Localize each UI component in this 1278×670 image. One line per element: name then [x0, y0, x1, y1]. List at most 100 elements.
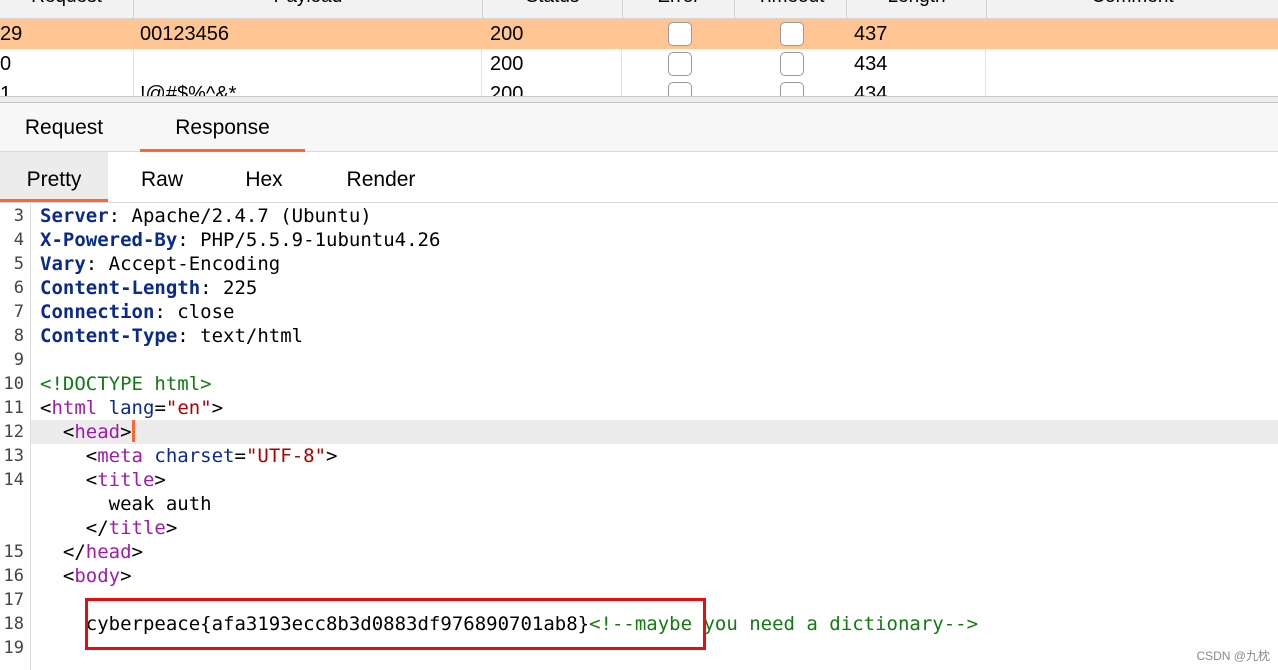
code-line-head-close: </head> [40, 541, 143, 563]
code-line-header: Content-Length: 225 [40, 277, 258, 299]
column-header-comment[interactable]: Comment [987, 0, 1278, 18]
cell-length: 437 [854, 23, 888, 45]
line-number: 18 [3, 614, 24, 634]
code-line-title-text: weak auth [40, 492, 212, 516]
tab-raw[interactable]: Raw [108, 152, 216, 200]
table-header: Request Payload Status Error Timeout Len… [0, 0, 1278, 19]
header-name: Server [40, 205, 109, 227]
timeout-checkbox[interactable] [780, 22, 804, 46]
line-number: 19 [3, 638, 24, 658]
cell-request: 29 [0, 23, 23, 45]
title-close-tag: title [108, 517, 166, 539]
head-close-tag: head [85, 541, 132, 563]
header-name: Vary [40, 253, 86, 275]
line-number: 13 [3, 446, 24, 466]
cell-payload [134, 49, 482, 79]
cell-comment [994, 49, 1274, 79]
watermark: CSDN @九枕 [1196, 649, 1270, 663]
header-value: close [165, 301, 235, 323]
header-value: Accept-Encoding [97, 253, 281, 275]
error-checkbox[interactable] [668, 52, 692, 76]
header-name: X-Powered-By [40, 229, 178, 251]
cell-request: 0 [0, 49, 134, 79]
code-line-title-close: </title> [40, 517, 178, 539]
charset-value: "UTF-8" [245, 445, 327, 467]
cell-request-text: 0 [0, 53, 12, 75]
table-row[interactable]: 1 !@#$%^&* 200 434 [0, 79, 1278, 97]
cell-length: 434 [847, 49, 986, 79]
line-number: 17 [3, 590, 24, 610]
cell-comment [994, 19, 1274, 49]
header-name: Connection [40, 301, 155, 323]
tab-request[interactable]: Request [0, 103, 128, 151]
error-checkbox[interactable] [668, 22, 692, 46]
column-header-timeout[interactable]: Timeout [735, 0, 847, 18]
title-tag: title [97, 469, 155, 491]
line-number: 6 [13, 278, 24, 298]
line-number: 15 [3, 542, 24, 562]
column-header-payload[interactable]: Payload [134, 0, 483, 18]
split-pane-divider[interactable] [0, 96, 1278, 103]
column-header-request[interactable]: Request [0, 0, 134, 18]
code-line-title-open: <title> [40, 469, 166, 491]
current-line-highlight [31, 420, 1278, 444]
cell-length: 434 [847, 79, 986, 97]
view-tabs: Pretty Raw Hex Render [0, 152, 1278, 203]
title-text: weak auth [108, 493, 212, 515]
column-header-status[interactable]: Status [483, 0, 623, 18]
text-cursor [131, 420, 135, 442]
code-line-head: <head> [40, 420, 135, 444]
body-tag: body [74, 565, 121, 587]
lang-value: "en" [165, 397, 212, 419]
message-tabs: Request Response [0, 103, 1278, 152]
line-number: 8 [13, 326, 24, 346]
column-header-error[interactable]: Error [623, 0, 735, 18]
cell-status: 200 [490, 23, 524, 45]
code-line-html: <html lang="en"> [40, 397, 224, 419]
timeout-checkbox[interactable] [780, 52, 804, 76]
header-value: PHP/5.5.9-1ubuntu4.26 [188, 229, 441, 251]
line-number: 9 [13, 350, 24, 370]
cell-payload: !@#$%^&* [134, 79, 482, 97]
error-checkbox[interactable] [668, 82, 692, 97]
cell-request-text: 1 [0, 83, 12, 97]
tab-pretty[interactable]: Pretty [0, 152, 108, 202]
line-number: 4 [13, 230, 24, 250]
code-line-header: Content-Type: text/html [40, 325, 304, 347]
cell-request: 1 [0, 79, 134, 97]
response-editor[interactable]: 3 4 5 6 7 8 9 10 11 12 13 14 15 16 17 18… [0, 204, 1278, 670]
head-tag: head [74, 421, 121, 443]
code-line-body: <body> [40, 565, 132, 587]
charset-attr: charset [154, 445, 235, 467]
header-value: 225 [211, 277, 258, 299]
cell-payload: 00123456 [140, 23, 229, 45]
line-number: 14 [3, 470, 24, 490]
meta-tag: meta [97, 445, 143, 467]
line-number: 11 [3, 398, 24, 418]
line-number-gutter: 3 4 5 6 7 8 9 10 11 12 13 14 15 16 17 18… [0, 204, 31, 670]
line-number: 3 [13, 206, 24, 226]
cell-status: 200 [483, 79, 622, 97]
line-number: 7 [13, 302, 24, 322]
flag-highlight-box [85, 598, 706, 650]
cell-comment [994, 79, 1274, 97]
tab-render[interactable]: Render [312, 152, 450, 200]
code-line-meta: <meta charset="UTF-8"> [40, 445, 338, 467]
tab-response[interactable]: Response [140, 103, 305, 152]
code-line-header: X-Powered-By: PHP/5.5.9-1ubuntu4.26 [40, 229, 441, 251]
table-row[interactable]: 0 200 434 [0, 49, 1278, 79]
cell-status: 200 [483, 49, 622, 79]
code-line-header: Connection: close [40, 301, 235, 323]
lang-attr: lang [108, 397, 155, 419]
tab-hex[interactable]: Hex [216, 152, 312, 200]
header-value: Apache/2.4.7 (Ubuntu) [120, 205, 372, 227]
line-number: 16 [3, 566, 24, 586]
doctype: <!DOCTYPE html> [40, 373, 212, 395]
line-number: 10 [3, 374, 24, 394]
table-row[interactable]: 29 00123456 200 437 [0, 19, 1278, 49]
line-number: 12 [3, 422, 24, 442]
header-name: Content-Type [40, 325, 178, 347]
results-table: Request Payload Status Error Timeout Len… [0, 0, 1278, 97]
timeout-checkbox[interactable] [780, 82, 804, 97]
column-header-length[interactable]: Length [847, 0, 987, 18]
